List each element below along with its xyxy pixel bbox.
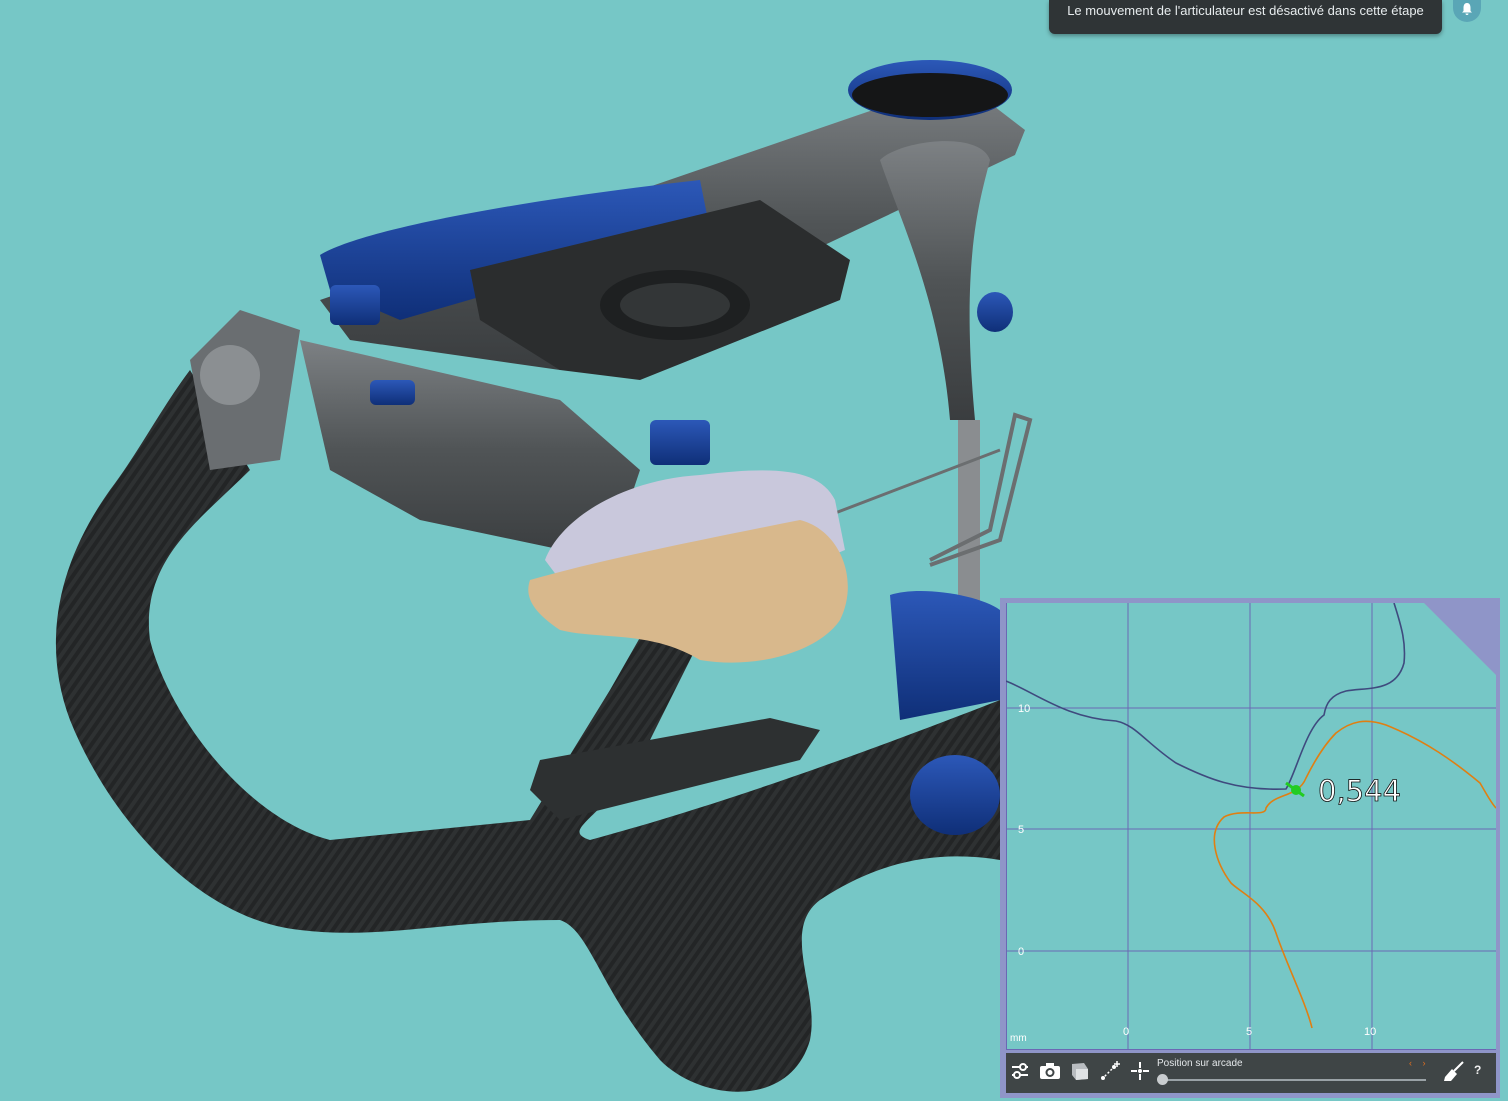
slider-label: Position sur arcade — [1157, 1058, 1243, 1069]
measure-tool-icon — [1099, 1060, 1121, 1087]
settings-sliders-icon — [1010, 1062, 1030, 1085]
help-button[interactable]: ? — [1474, 1063, 1481, 1077]
clear-button[interactable] — [1440, 1059, 1468, 1087]
bell-icon — [1460, 2, 1474, 21]
broom-icon — [1443, 1060, 1465, 1087]
slider-step-arrows[interactable]: ‹ › — [1409, 1058, 1430, 1068]
x-tick-10: 10 — [1364, 1026, 1376, 1038]
notification-message: Le mouvement de l'articulateur est désac… — [1067, 3, 1424, 18]
y-tick-5: 5 — [1018, 824, 1024, 836]
trajectory-graph-panel: 0,544 10 5 0 0 5 10 mm Position sur arca… — [1000, 598, 1500, 1098]
center-point-icon — [1130, 1061, 1150, 1086]
grid — [1006, 603, 1496, 1050]
position-slider-track[interactable] — [1164, 1079, 1426, 1081]
camera-icon — [1039, 1062, 1061, 1085]
screenshot-button[interactable] — [1036, 1059, 1064, 1087]
distance-value-label: 0,544 — [1318, 774, 1401, 808]
trace-2 — [1213, 720, 1496, 1029]
x-tick-5: 5 — [1246, 1026, 1252, 1038]
graph-toolbar: Position sur arcade ‹ › ? — [1006, 1053, 1496, 1093]
y-tick-10: 10 — [1018, 703, 1030, 715]
y-tick-0: 0 — [1018, 946, 1024, 958]
notification-toast: Le mouvement de l'articulateur est désac… — [1049, 0, 1442, 34]
unit-label: mm — [1010, 1033, 1027, 1044]
settings-button[interactable] — [1006, 1059, 1034, 1087]
corner-fold — [1424, 603, 1496, 675]
x-tick-0: 0 — [1123, 1026, 1129, 1038]
measure-button[interactable] — [1096, 1059, 1124, 1087]
view-cube-icon — [1070, 1061, 1090, 1086]
lower-blue-pad — [890, 590, 1000, 720]
view-button[interactable] — [1066, 1059, 1094, 1087]
plot-area[interactable]: 0,544 10 5 0 0 5 10 mm — [1006, 603, 1496, 1050]
position-slider-thumb[interactable] — [1157, 1074, 1168, 1085]
lower-blue-knob — [910, 755, 1000, 835]
trace-1 — [1006, 603, 1406, 790]
center-button[interactable] — [1126, 1059, 1154, 1087]
